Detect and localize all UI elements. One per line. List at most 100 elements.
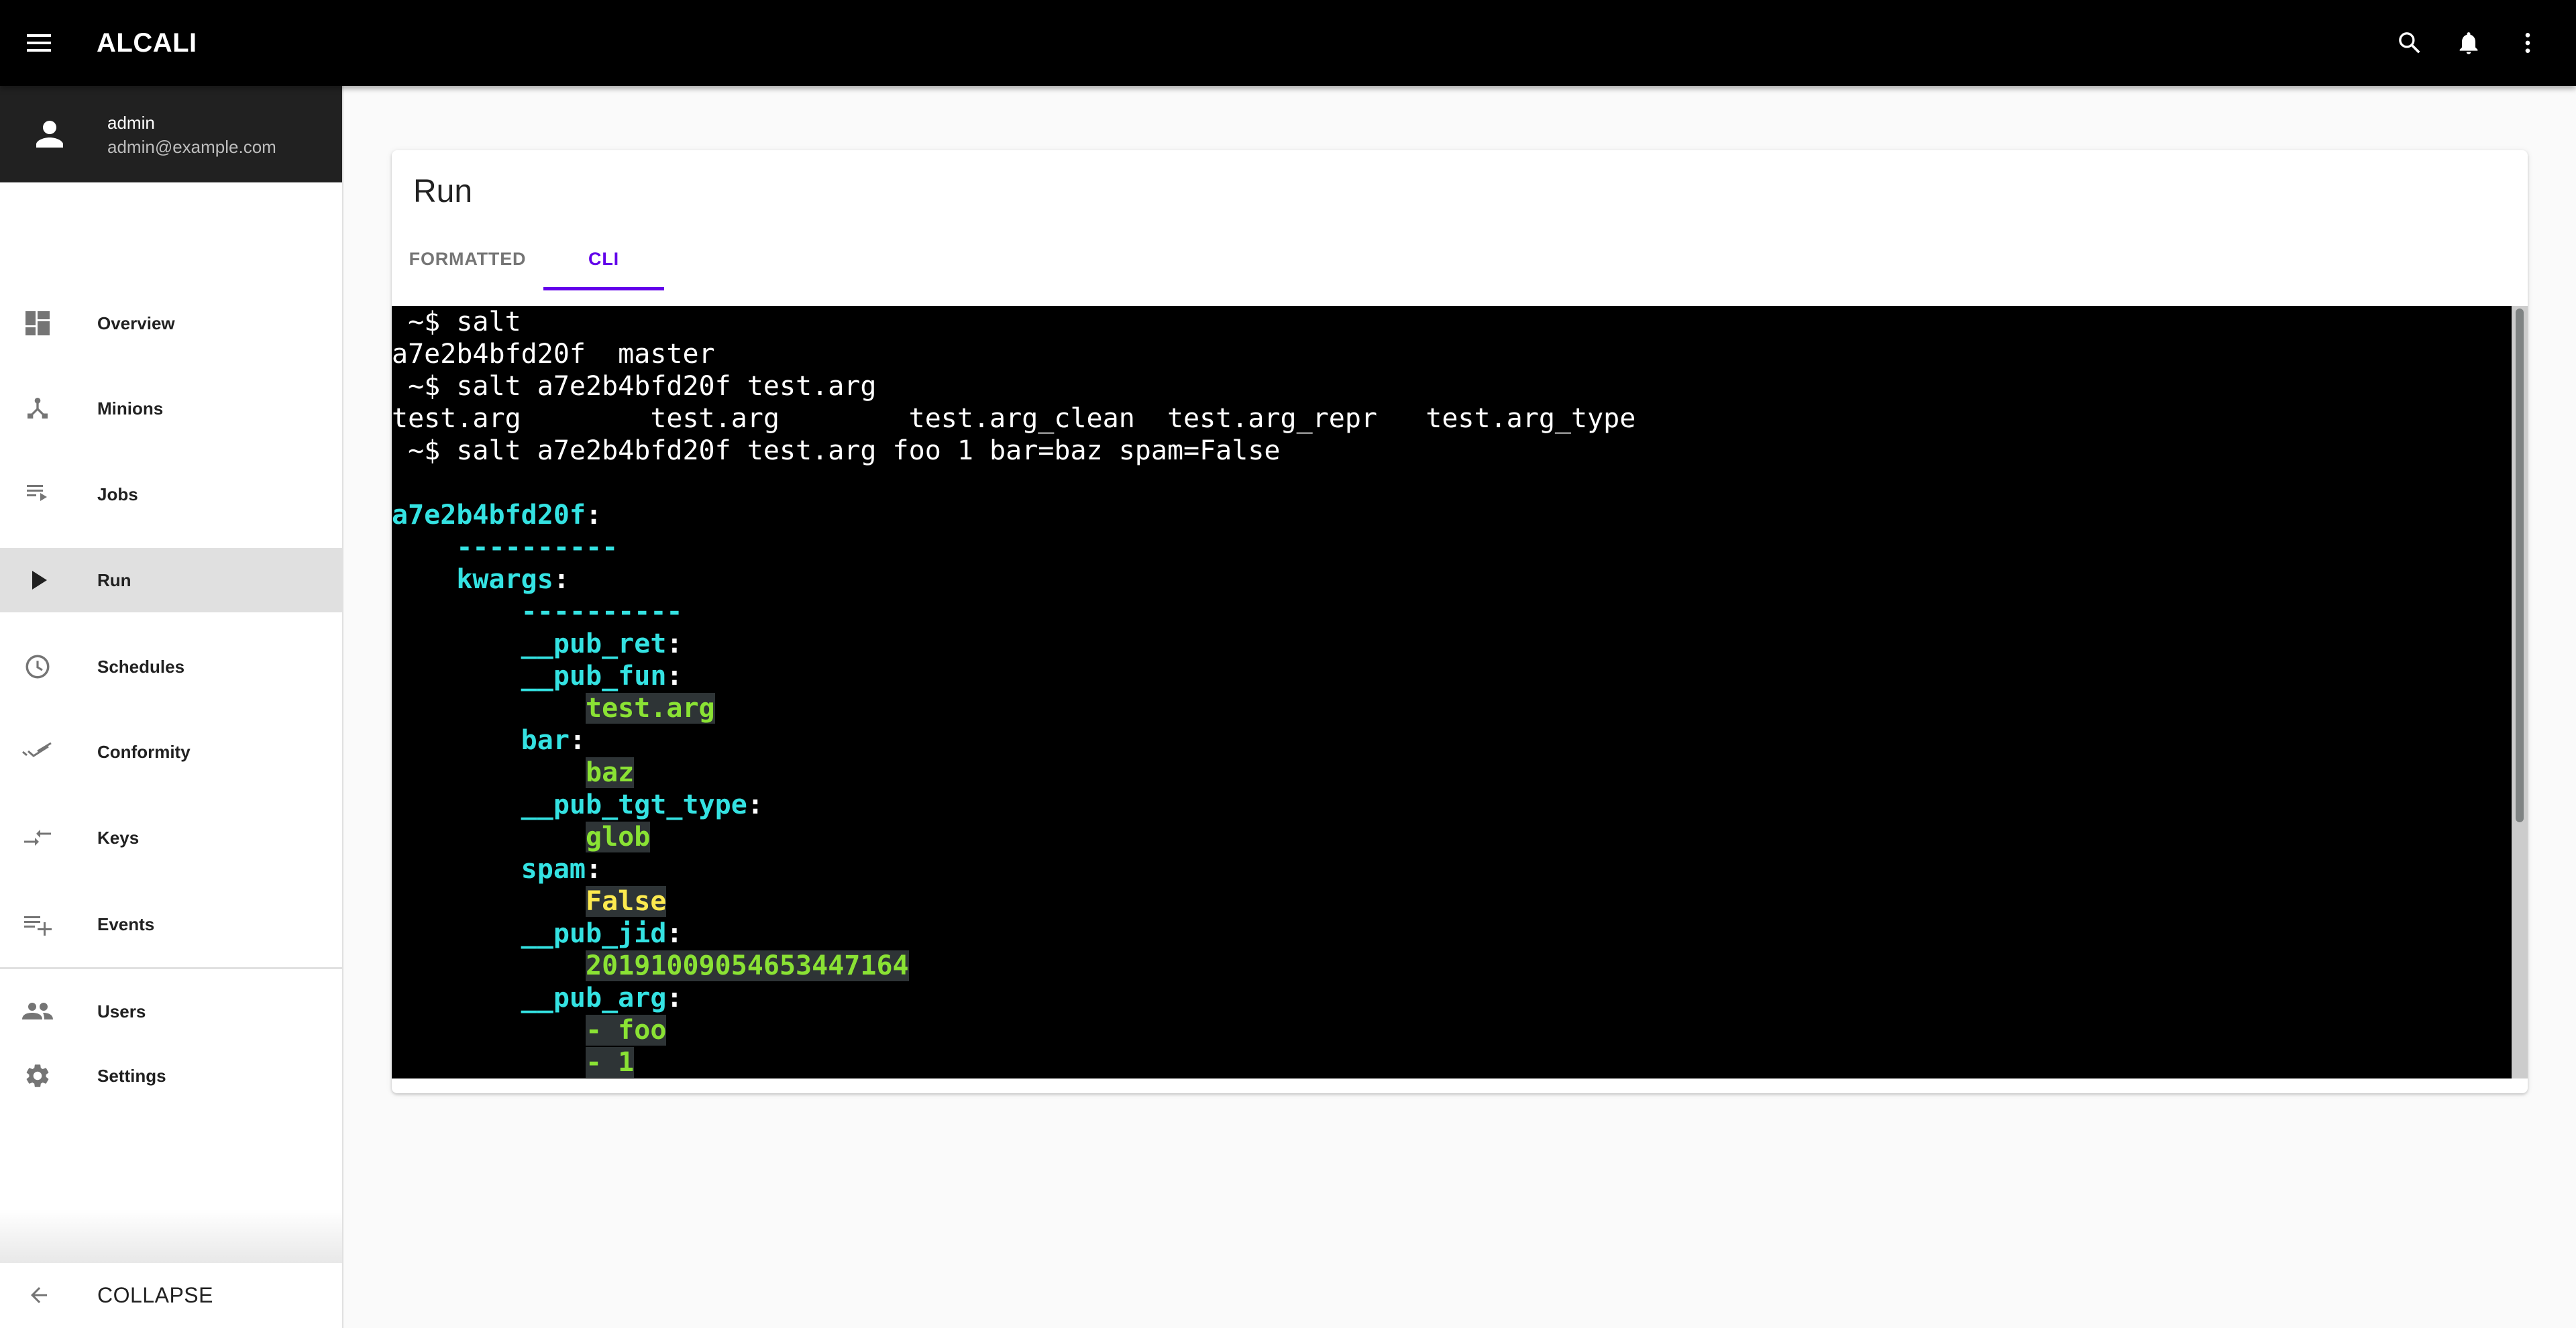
collapse-shadow [0,1209,342,1263]
done-all-icon [21,736,54,768]
terminal-punct-text: : [666,661,683,691]
terminal-line: ~$ salt a7e2b4bfd20f test.arg [392,370,2512,402]
terminal-punct-text: : [585,854,602,885]
playlist-add-icon [21,908,54,940]
terminal-line: __pub_ret: [392,628,2512,660]
search-icon [2399,32,2420,54]
terminal-line: kwargs: [392,563,2512,596]
tab-formatted[interactable]: FORMATTED [392,227,543,291]
terminal-text: test.arg test.arg test.arg_clean test.ar… [392,403,1636,434]
terminal-line: ~$ salt a7e2b4bfd20f test.arg foo 1 bar=… [392,435,2512,467]
run-card: Run FORMATTED CLI ~$ salt a7e2b4bfd20f ma… [392,150,2528,1093]
sidebar-item-keys[interactable]: Keys [0,806,342,870]
terminal-line: 20191009054653447164 [392,950,2512,982]
terminal-val-text: glob [585,822,651,852]
terminal-line: test.arg test.arg test.arg_clean test.ar… [392,402,2512,435]
terminal-punct-text: : [666,628,683,659]
terminal-punct-text: : [666,983,683,1013]
user-panel: admin admin@example.com [0,86,342,182]
sidebar-item-label: Jobs [97,484,138,504]
sidebar-item-conformity[interactable]: Conformity [0,720,342,784]
terminal-val-text: test.arg [585,693,715,724]
terminal-text: ~$ salt a7e2b4bfd20f test.arg [392,371,877,402]
notifications-button[interactable] [2447,21,2490,64]
terminal-key-text: bar [521,725,570,756]
menu-button[interactable] [17,21,60,64]
sidebar-item-overview[interactable]: Overview [0,291,342,355]
clock-icon [21,651,54,683]
sidebar-item-schedules[interactable]: Schedules [0,634,342,699]
hamburger-menu-icon [27,34,51,52]
terminal-punct-text: : [553,564,570,595]
terminal-punct-text: : [585,500,602,531]
terminal-line: ---------- [392,596,2512,628]
terminal-key-text: a7e2b4bfd20f [392,500,586,531]
terminal-key-text: spam [521,854,586,885]
sidebar-item-minions[interactable]: Minions [0,376,342,441]
sidebar-item-label: Overview [97,313,175,333]
terminal-punct-text: : [569,725,586,756]
page-title: Run [413,174,473,209]
terminal-text: a7e2b4bfd20f master [392,339,715,370]
sidebar-item-jobs[interactable]: Jobs [0,462,342,527]
terminal-val-text: 20191009054653447164 [585,950,909,981]
terminal-key-text: __pub_fun [521,661,667,691]
terminal-key-text: kwargs [456,564,553,595]
terminal-val-text: - 1 [585,1047,635,1078]
terminal-val-text: - foo [585,1015,667,1046]
collapse-label: COLLAPSE [97,1283,213,1307]
terminal-key-text: __pub_ret [521,628,667,659]
sidebar-item-events[interactable]: Events [0,892,342,956]
dashboard-icon [21,307,54,339]
terminal-line: a7e2b4bfd20f master [392,338,2512,370]
user-email: admin@example.com [107,137,276,157]
sidebar-item-settings[interactable]: Settings [0,1044,342,1108]
terminal-line: bar: [392,724,2512,757]
more-vert-icon [2525,33,2530,53]
sidebar-item-run[interactable]: Run [0,548,342,612]
play-icon [21,564,54,596]
terminal-line: spam: [392,853,2512,885]
tab-cli[interactable]: CLI [543,227,664,291]
terminal-punct-text: : [747,789,763,820]
terminal-scrollbar[interactable] [2512,306,2528,1078]
arrow-back-icon [23,1279,55,1311]
terminal-punct-text: : [666,918,683,949]
active-tab-indicator [543,287,664,290]
terminal-line: glob [392,821,2512,853]
more-options-button[interactable] [2506,21,2549,64]
terminal-key-text: ---------- [521,596,683,627]
terminal-line: False [392,885,2512,918]
terminal-line: __pub_arg: [392,982,2512,1014]
scrollbar-thumb[interactable] [2516,309,2524,822]
sidebar-item-label: Settings [97,1066,166,1086]
sidebar-item-users[interactable]: Users [0,979,342,1044]
collapse-button[interactable]: COLLAPSE [0,1263,342,1328]
cli-terminal[interactable]: ~$ salt a7e2b4bfd20f master ~$ salt a7e2b… [392,306,2528,1078]
search-button[interactable] [2388,21,2431,64]
app-bar: ALCALI [0,0,2576,86]
terminal-key-text: __pub_tgt_type [521,789,747,820]
sidebar-item-label: Conformity [97,742,191,762]
people-icon [21,995,54,1028]
gear-icon [21,1060,54,1092]
sidebar-item-label: Events [97,914,155,934]
terminal-key-text: __pub_arg [521,983,667,1013]
nav-divider [0,967,342,969]
app-title: ALCALI [97,28,197,58]
terminal-line: __pub_tgt_type: [392,789,2512,821]
user-name: admin [107,113,155,133]
